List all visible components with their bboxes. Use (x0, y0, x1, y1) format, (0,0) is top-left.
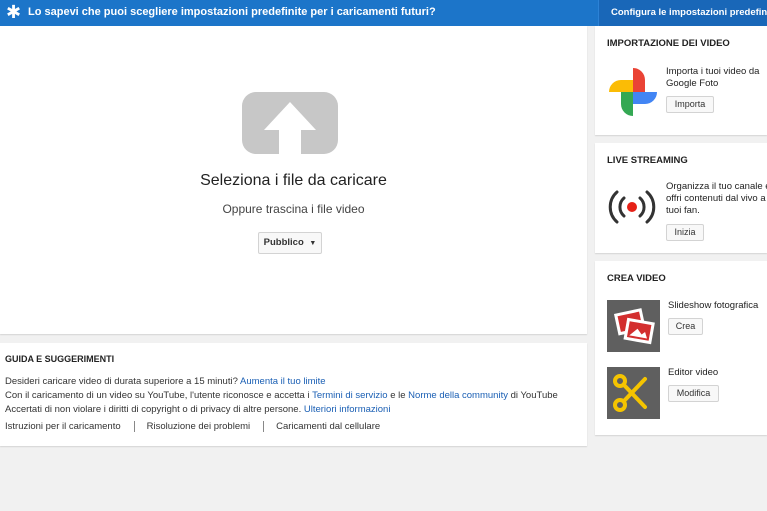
live-streaming-panel: LIVE STREAMING Organizza il tuo canale e… (595, 143, 767, 253)
more-info-link[interactable]: Ulteriori informazioni (304, 404, 391, 415)
create-videos-panel: CREA VIDEO Slideshow fotografica Crea Ed… (595, 261, 767, 435)
terms-of-service-link[interactable]: Termini di servizio (312, 390, 388, 401)
guide-line-2: Con il caricamento di un video su YouTub… (5, 390, 558, 401)
troubleshooting-link[interactable]: Risoluzione dei problemi (147, 421, 251, 432)
guide-line-1: Desideri caricare video di durata superi… (5, 376, 326, 387)
upload-dropzone[interactable]: Seleziona i file da caricare Oppure tras… (0, 26, 587, 334)
caret-down-icon: ▼ (309, 240, 317, 247)
banner-message: Lo sapevi che puoi scegliere impostazion… (28, 6, 436, 18)
upload-instructions-link[interactable]: Istruzioni per il caricamento (5, 421, 121, 432)
community-guidelines-link[interactable]: Norme della community (408, 390, 508, 401)
privacy-dropdown[interactable]: Pubblico ▼ (258, 232, 322, 254)
configure-defaults-button[interactable]: Configura le impostazioni predefinite (598, 0, 767, 26)
start-live-button[interactable]: Inizia (666, 224, 704, 241)
create-slideshow-button[interactable]: Crea (668, 318, 703, 335)
video-editor-icon[interactable] (607, 367, 660, 419)
asterisk-icon: ✱ (6, 2, 22, 22)
slideshow-icon[interactable] (607, 300, 660, 352)
guide-heading: GUIDA E SUGGERIMENTI (5, 354, 115, 364)
increase-limit-link[interactable]: Aumenta il tuo limite (240, 376, 326, 387)
import-description: Importa i tuoi video da Google Foto (666, 66, 760, 89)
upload-title[interactable]: Seleziona i file da caricare (0, 172, 587, 190)
import-videos-panel: IMPORTAZIONE DEI VIDEO Importa i tuoi vi… (595, 26, 767, 135)
divider (263, 421, 265, 432)
google-photos-icon (609, 68, 657, 116)
help-links: Istruzioni per il caricamento Risoluzione… (5, 421, 380, 432)
create-heading: CREA VIDEO (607, 273, 666, 284)
tip-banner: ✱ Lo sapevi che puoi scegliere impostazi… (0, 0, 767, 26)
edit-video-button[interactable]: Modifica (668, 385, 719, 402)
live-description: Organizza il tuo canale e offri contenut… (666, 181, 767, 216)
editor-label: Editor video (668, 367, 719, 378)
mobile-uploads-link[interactable]: Caricamenti dal cellulare (276, 421, 380, 432)
import-button[interactable]: Importa (666, 96, 714, 113)
live-heading: LIVE STREAMING (607, 155, 688, 166)
privacy-selected: Pubblico (263, 237, 304, 248)
divider (133, 421, 135, 432)
upload-arrow-icon[interactable] (242, 92, 338, 154)
guide-line-3: Accertati di non violare i diritti di co… (5, 404, 391, 415)
import-heading: IMPORTAZIONE DEI VIDEO (607, 38, 730, 49)
live-broadcast-icon (608, 190, 656, 224)
guide-panel: GUIDA E SUGGERIMENTI Desideri caricare v… (0, 343, 587, 446)
slideshow-label: Slideshow fotografica (668, 300, 759, 311)
upload-subtitle: Oppure trascina i file video (222, 202, 365, 216)
configure-defaults-label: Configura le impostazioni predefinite (611, 7, 767, 18)
